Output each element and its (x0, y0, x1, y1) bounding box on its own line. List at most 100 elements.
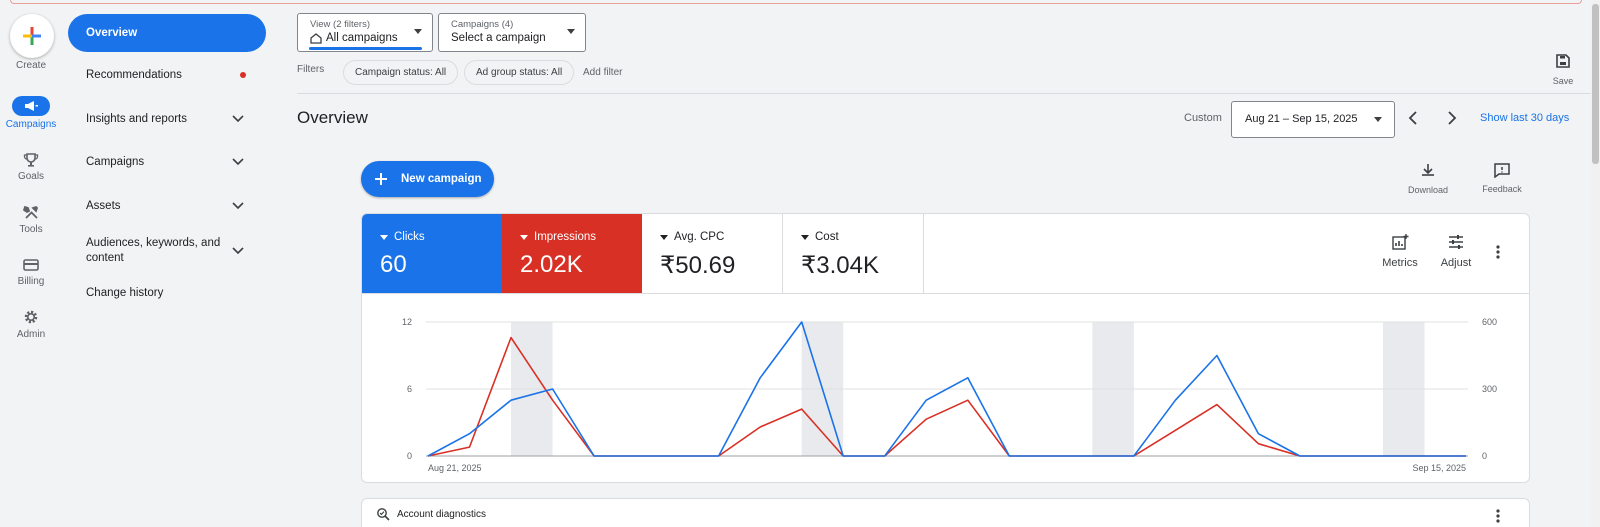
account-diagnostics-card: Account diagnostics (361, 498, 1530, 527)
metric-value: 60 (380, 251, 407, 278)
performance-card: Clicks 60 Impressions 2.02K Avg. CPC ₹50… (361, 213, 1530, 483)
adjust-button[interactable]: Adjust (1434, 234, 1478, 269)
date-range-value: Aug 21 – Sep 15, 2025 (1245, 113, 1358, 125)
y-tick-left: 12 (402, 317, 412, 327)
rail-label-billing: Billing (17, 276, 45, 287)
nav-item-change-history[interactable]: Change history (68, 274, 266, 312)
left-rail: Create Campaigns Goals Tools Billing Adm… (0, 0, 62, 527)
metric-tile-avg-cpc[interactable]: Avg. CPC ₹50.69 (642, 214, 783, 293)
x-tick-start: Aug 21, 2025 (428, 463, 482, 473)
feedback-label: Feedback (1482, 184, 1522, 194)
download-icon (1422, 164, 1434, 176)
metric-value: ₹50.69 (660, 252, 736, 279)
metric-label: Avg. CPC (674, 231, 725, 243)
adjust-label: Adjust (1440, 257, 1472, 269)
notification-dot (240, 72, 246, 78)
metrics-button[interactable]: Metrics (1376, 234, 1424, 269)
nav-label: Audiences, keywords, and content (86, 237, 221, 264)
campaign-selector[interactable]: Campaigns (4) Select a campaign (438, 13, 586, 52)
nav-label: Recommendations (86, 69, 182, 81)
megaphone-icon (12, 96, 50, 116)
nav-label: Insights and reports (86, 113, 188, 125)
campaign-selector-value: Select a campaign (451, 32, 546, 44)
metric-label: Impressions (534, 231, 596, 243)
view-selector-caption: View (2 filters) (310, 19, 371, 30)
dropdown-caret-icon (567, 29, 575, 34)
y-tick-right: 0 (1482, 451, 1487, 461)
metric-value: 2.02K (520, 251, 583, 278)
new-campaign-label: New campaign (401, 173, 482, 185)
save-button[interactable]: Save (1543, 53, 1583, 86)
page-title: Overview (297, 108, 368, 127)
top-alert-border (10, 0, 1582, 4)
metric-value: ₹3.04K (801, 252, 879, 279)
y-tick-left: 6 (407, 384, 412, 394)
chevron-down-icon (232, 115, 244, 123)
x-tick-end: Sep 15, 2025 (1412, 463, 1466, 473)
y-tick-right: 300 (1482, 384, 1497, 394)
metric-label: Clicks (394, 231, 425, 243)
view-selector[interactable]: View (2 filters) All campaigns (297, 13, 433, 52)
metric-tile-clicks[interactable]: Clicks 60 (362, 214, 503, 293)
metric-tile-cost[interactable]: Cost ₹3.04K (783, 214, 924, 293)
dropdown-caret-icon (380, 234, 388, 240)
date-range-picker[interactable]: Aug 21 – Sep 15, 2025 (1231, 101, 1395, 138)
rail-label-tools: Tools (19, 224, 43, 235)
view-selector-value: All campaigns (326, 32, 398, 44)
create-label: Create (15, 60, 46, 71)
tools-icon (19, 203, 43, 223)
gear-icon (19, 307, 43, 327)
campaign-selector-caption: Campaigns (4) (451, 19, 514, 30)
more-vert-icon[interactable] (1496, 245, 1500, 259)
dropdown-caret-icon (660, 234, 668, 240)
dropdown-caret-icon (520, 234, 528, 240)
rail-label-goals: Goals (17, 171, 45, 182)
nav-item-recommendations[interactable]: Recommendations (68, 56, 266, 94)
y-tick-left: 0 (407, 451, 412, 461)
rail-label-campaigns: Campaigns (5, 119, 57, 130)
selected-underline (309, 47, 422, 50)
dropdown-caret-icon (1374, 117, 1382, 122)
add-filter-link[interactable]: Add filter (583, 67, 622, 78)
download-label: Download (1407, 185, 1449, 195)
nav-label: Assets (86, 200, 121, 212)
nav-label: Overview (86, 27, 138, 39)
metric-label: Cost (815, 231, 839, 243)
nav-label: Change history (86, 287, 164, 299)
metrics-label: Metrics (1382, 257, 1418, 269)
nav-item-campaigns[interactable]: Campaigns (68, 143, 266, 181)
save-label: Save (1552, 76, 1574, 86)
download-button[interactable]: Download (1400, 162, 1456, 195)
nav-item-insights[interactable]: Insights and reports (68, 100, 266, 138)
dropdown-caret-icon (801, 234, 809, 240)
chevron-left-icon[interactable] (1408, 111, 1420, 125)
feedback-icon (1494, 163, 1510, 179)
plus-icon (375, 173, 387, 185)
filter-chip-campaign-status[interactable]: Campaign status: All (343, 60, 459, 85)
y-tick-right: 600 (1482, 317, 1497, 327)
filter-chip-ad-group-status[interactable]: Ad group status: All (464, 60, 575, 85)
nav-item-overview[interactable]: Overview (68, 14, 266, 52)
create-button[interactable] (10, 14, 54, 58)
save-icon (1556, 54, 1570, 68)
more-vert-icon[interactable] (1496, 509, 1500, 523)
performance-chart: 12 600 6 300 0 0 Aug 21, 2025 Sep 15, 2025 (402, 317, 1497, 473)
page-scrollbar[interactable] (1591, 0, 1600, 527)
dropdown-caret-icon (414, 29, 422, 34)
diagnostics-search-icon (377, 508, 390, 521)
scrollbar-thumb[interactable] (1592, 4, 1599, 164)
rail-label-admin: Admin (16, 329, 46, 340)
chevron-right-icon[interactable] (1446, 111, 1458, 125)
chevron-down-icon (232, 247, 244, 255)
chevron-down-icon (232, 158, 244, 166)
sliders-icon (1449, 235, 1463, 249)
chevron-down-icon (232, 202, 244, 210)
metric-tile-impressions[interactable]: Impressions 2.02K (502, 214, 643, 293)
new-campaign-button[interactable]: New campaign (361, 161, 494, 197)
show-last-30-days-link[interactable]: Show last 30 days (1480, 112, 1569, 124)
header-divider (297, 93, 1600, 94)
nav-item-audiences[interactable]: Audiences, keywords, and content (68, 230, 266, 272)
feedback-button[interactable]: Feedback (1476, 162, 1528, 194)
nav-item-assets[interactable]: Assets (68, 187, 266, 225)
date-custom-label: Custom (1184, 112, 1222, 124)
